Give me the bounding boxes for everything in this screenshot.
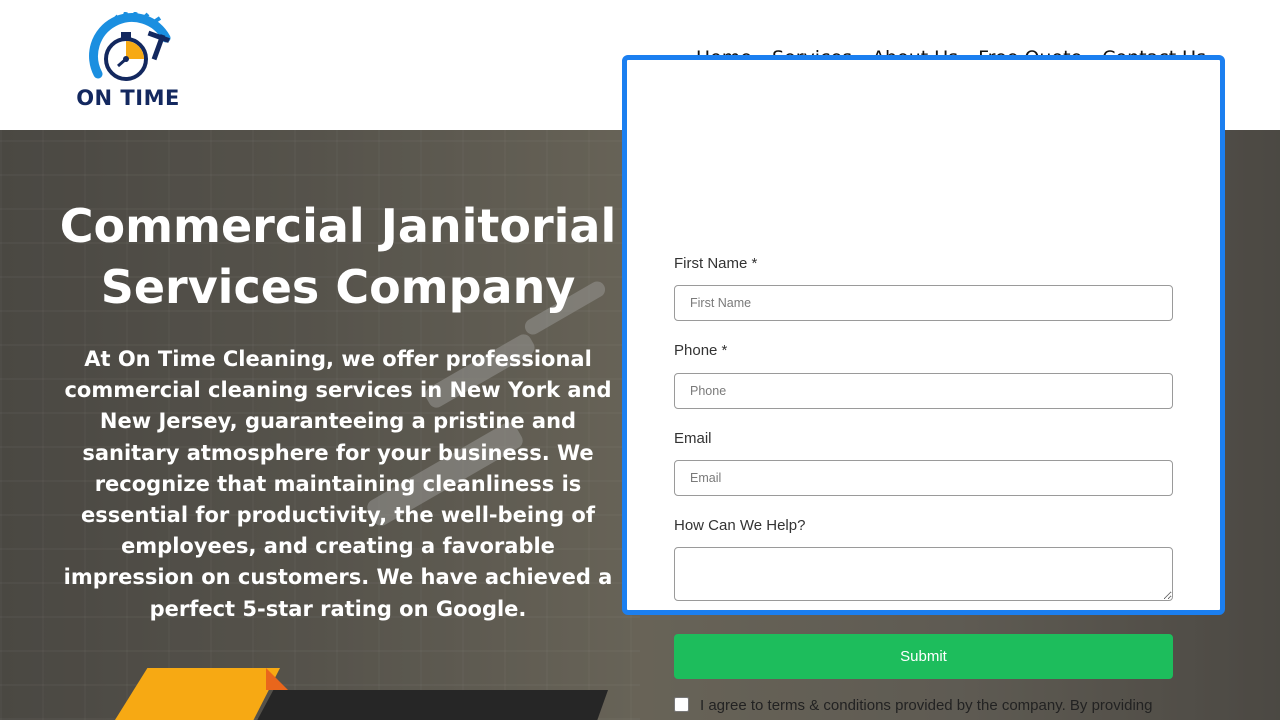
logo-wordmark: ON TIME (76, 86, 180, 110)
help-label: How Can We Help? (674, 517, 806, 534)
email-label: Email (674, 430, 712, 447)
hero-title-line1: Commercial Janitorial (59, 199, 617, 253)
phone-input[interactable] (674, 373, 1173, 409)
terms-checkbox[interactable] (674, 697, 689, 712)
site-logo[interactable]: ON TIME (68, 11, 188, 112)
stopwatch-squeegee-icon (89, 11, 171, 81)
decorative-ribbon-dark (252, 690, 608, 720)
email-input[interactable] (674, 460, 1173, 496)
hero-title-line2: Services Company (100, 260, 576, 314)
help-textarea[interactable] (674, 547, 1173, 601)
hero-title: Commercial Janitorial Services Company (50, 196, 626, 318)
first-name-input[interactable] (674, 285, 1173, 321)
phone-label: Phone * (674, 342, 728, 359)
hero-description: At On Time Cleaning, we offer profession… (63, 347, 613, 621)
terms-text: I agree to terms & conditions provided b… (700, 697, 1153, 714)
first-name-label: First Name * (674, 255, 758, 272)
submit-button[interactable]: Submit (674, 634, 1173, 679)
